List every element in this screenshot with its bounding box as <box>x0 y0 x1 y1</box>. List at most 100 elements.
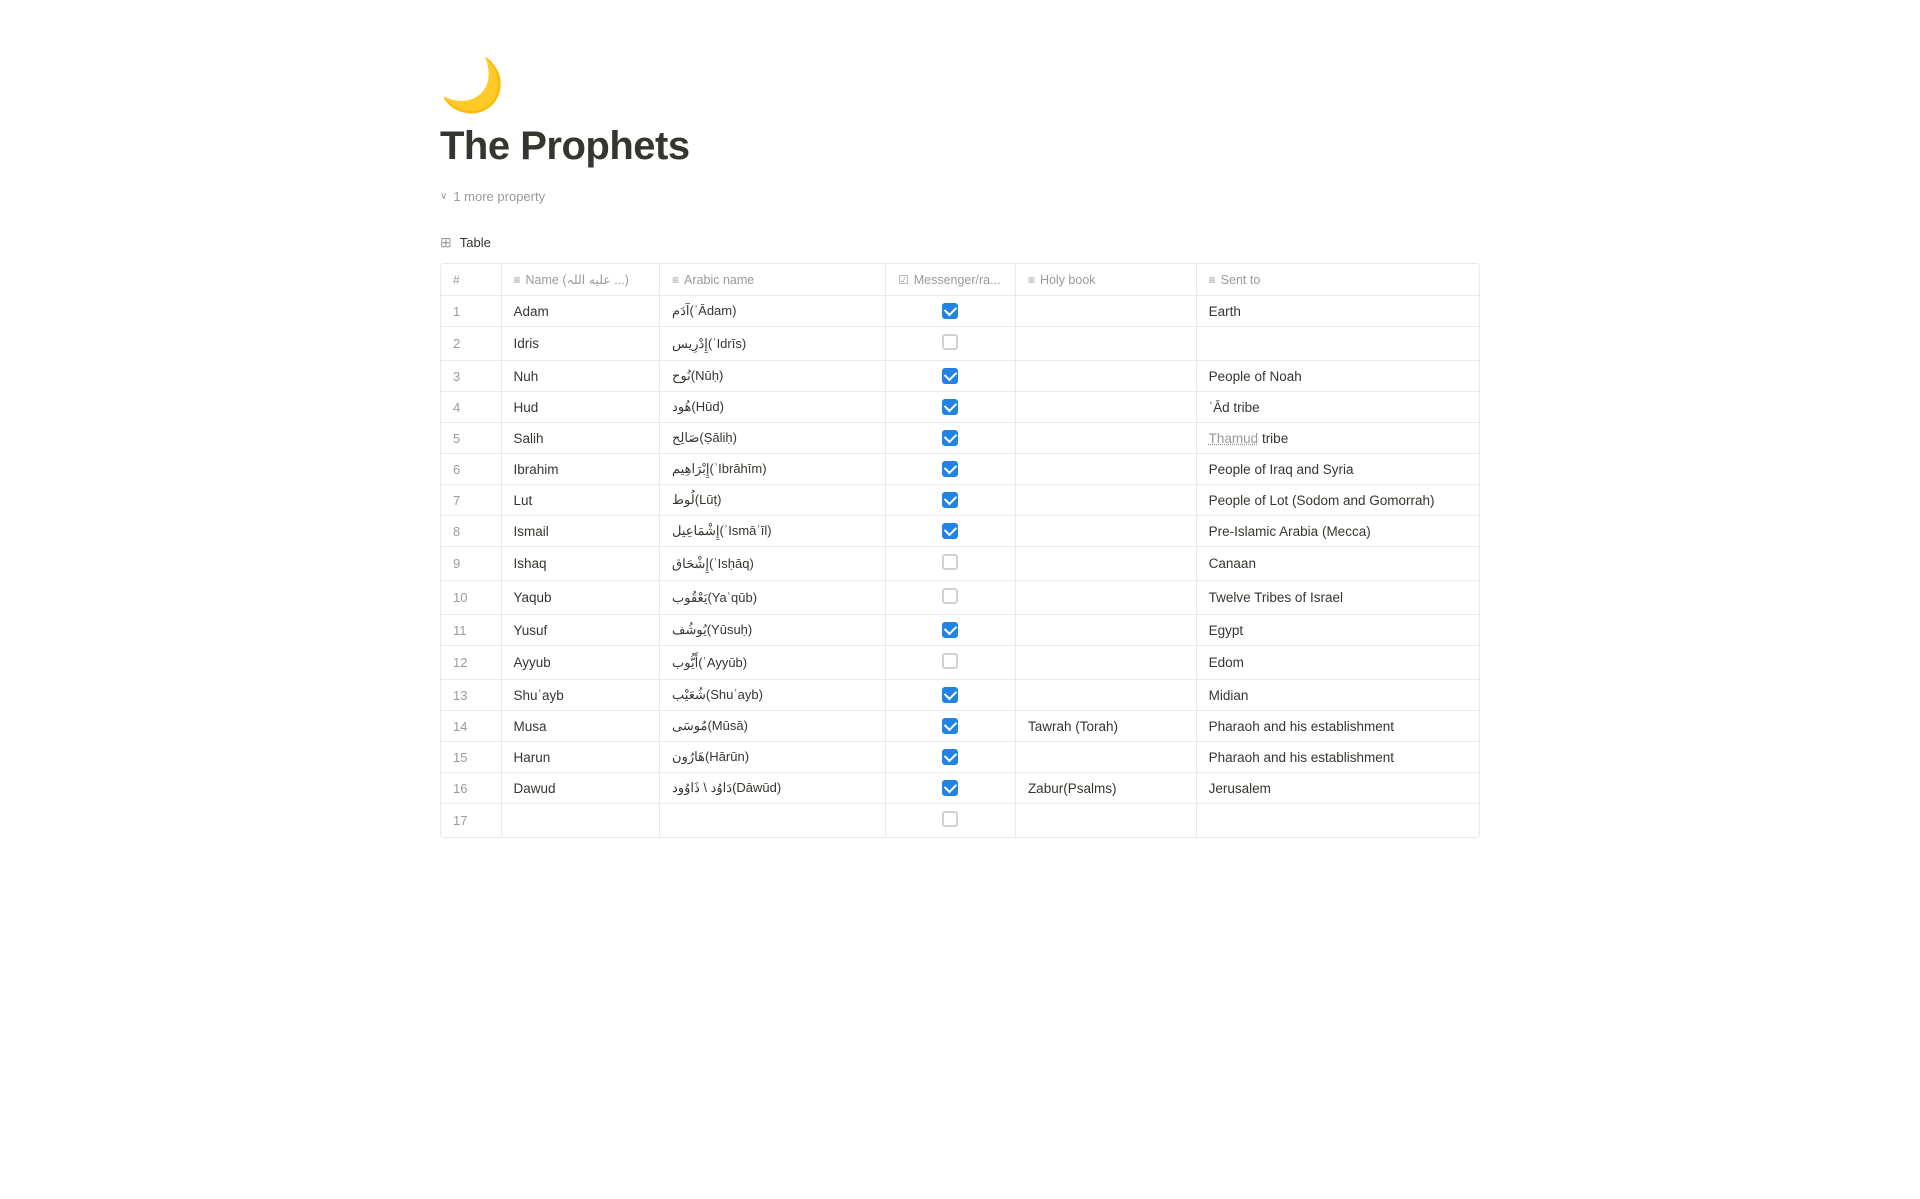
section-label: Table <box>460 235 491 250</box>
messenger-checkbox[interactable] <box>942 461 958 477</box>
table-row[interactable]: 17 <box>441 804 1479 838</box>
more-property-toggle[interactable]: ∨ 1 more property <box>440 189 1480 204</box>
table-row[interactable]: 14Musaمُوسَى(Mūsā)Tawrah (Torah)Pharaoh … <box>441 711 1479 742</box>
messenger-col-icon: ☑ <box>898 273 909 287</box>
cell-num: 2 <box>441 327 501 361</box>
cell-name: Hud <box>501 392 660 423</box>
cell-name: Adam <box>501 296 660 327</box>
messenger-checkbox[interactable] <box>942 368 958 384</box>
arabic-col-icon: ≡ <box>672 273 679 287</box>
cell-arabic: آدَم(ʾĀdam) <box>660 296 886 327</box>
cell-num: 11 <box>441 615 501 646</box>
cell-messenger[interactable] <box>885 296 1015 327</box>
cell-messenger[interactable] <box>885 516 1015 547</box>
table-row[interactable]: 4Hudهُود(Hūd)ʿĀd tribe <box>441 392 1479 423</box>
cell-arabic: نُوح(Nūḥ) <box>660 361 886 392</box>
cell-arabic <box>660 804 886 838</box>
cell-messenger[interactable] <box>885 804 1015 838</box>
cell-sent-to: Egypt <box>1196 615 1479 646</box>
table-row[interactable]: 2Idrisإِدْرِيس(ʾIdrīs) <box>441 327 1479 361</box>
cell-arabic: يُوشُف(Yūsuḥ) <box>660 615 886 646</box>
cell-name: Ismail <box>501 516 660 547</box>
messenger-checkbox[interactable] <box>942 811 958 827</box>
cell-arabic: شُعَيْب(Shuʿayb) <box>660 680 886 711</box>
cell-messenger[interactable] <box>885 361 1015 392</box>
cell-holy-book <box>1015 742 1196 773</box>
messenger-checkbox[interactable] <box>942 687 958 703</box>
cell-messenger[interactable] <box>885 773 1015 804</box>
table-row[interactable]: 15Harunهَارُون(Hārūn)Pharaoh and his est… <box>441 742 1479 773</box>
cell-sent-to: Twelve Tribes of Israel <box>1196 581 1479 615</box>
col-holy-label: Holy book <box>1040 273 1096 287</box>
table-row[interactable]: 11Yusufيُوشُف(Yūsuḥ)Egypt <box>441 615 1479 646</box>
table-row[interactable]: 6Ibrahimإِبْرَاهِيم(ʾIbrāhīm)People of I… <box>441 454 1479 485</box>
cell-messenger[interactable] <box>885 711 1015 742</box>
col-header-name[interactable]: ≡ Name (عليه اللہ ...) <box>501 264 660 296</box>
messenger-checkbox[interactable] <box>942 780 958 796</box>
table-header-row: # ≡ Name (عليه اللہ ...) ≡ Arabic name <box>441 264 1479 296</box>
cell-messenger[interactable] <box>885 327 1015 361</box>
table-row[interactable]: 16Dawudدَاوُد \ ذَاوُود(Dāwūd)Zabur(Psal… <box>441 773 1479 804</box>
table-row[interactable]: 12Ayyubأَيُّوب(ʾAyyūb)Edom <box>441 646 1479 680</box>
cell-sent-to: Edom <box>1196 646 1479 680</box>
messenger-checkbox[interactable] <box>942 554 958 570</box>
cell-sent-to: Earth <box>1196 296 1479 327</box>
cell-num: 8 <box>441 516 501 547</box>
prophets-table: # ≡ Name (عليه اللہ ...) ≡ Arabic name <box>441 264 1479 837</box>
cell-sent-to: People of Iraq and Syria <box>1196 454 1479 485</box>
table-row[interactable]: 7Lutلُوط(Lūṭ)People of Lot (Sodom and Go… <box>441 485 1479 516</box>
messenger-checkbox[interactable] <box>942 303 958 319</box>
table-row[interactable]: 5Salihصَالِح(Ṣāliḥ)Thamud tribe <box>441 423 1479 454</box>
cell-sent-to: Pharaoh and his establishment <box>1196 742 1479 773</box>
cell-messenger[interactable] <box>885 423 1015 454</box>
table-row[interactable]: 13Shuʿaybشُعَيْب(Shuʿayb)Midian <box>441 680 1479 711</box>
cell-arabic: إِشْحَاق(ʾIsḥāq) <box>660 547 886 581</box>
col-header-sent-to[interactable]: ≡ Sent to <box>1196 264 1479 296</box>
cell-arabic: صَالِح(Ṣāliḥ) <box>660 423 886 454</box>
cell-holy-book <box>1015 516 1196 547</box>
cell-num: 4 <box>441 392 501 423</box>
num-col-icon: # <box>453 273 460 287</box>
cell-messenger[interactable] <box>885 581 1015 615</box>
cell-num: 7 <box>441 485 501 516</box>
cell-messenger[interactable] <box>885 392 1015 423</box>
table-row[interactable]: 3Nuhنُوح(Nūḥ)People of Noah <box>441 361 1479 392</box>
cell-messenger[interactable] <box>885 485 1015 516</box>
table-wrapper: # ≡ Name (عليه اللہ ...) ≡ Arabic name <box>440 263 1480 838</box>
messenger-checkbox[interactable] <box>942 492 958 508</box>
table-row[interactable]: 9Ishaqإِشْحَاق(ʾIsḥāq)Canaan <box>441 547 1479 581</box>
cell-messenger[interactable] <box>885 680 1015 711</box>
col-header-holy-book[interactable]: ≡ Holy book <box>1015 264 1196 296</box>
cell-name: Ayyub <box>501 646 660 680</box>
cell-messenger[interactable] <box>885 547 1015 581</box>
messenger-checkbox[interactable] <box>942 749 958 765</box>
cell-messenger[interactable] <box>885 646 1015 680</box>
holy-col-icon: ≡ <box>1028 273 1035 287</box>
cell-messenger[interactable] <box>885 742 1015 773</box>
messenger-checkbox[interactable] <box>942 653 958 669</box>
messenger-checkbox[interactable] <box>942 718 958 734</box>
messenger-checkbox[interactable] <box>942 399 958 415</box>
cell-messenger[interactable] <box>885 615 1015 646</box>
table-row[interactable]: 10Yaqubيَعْقُوب(Yaʿqūb)Twelve Tribes of … <box>441 581 1479 615</box>
cell-arabic: إِدْرِيس(ʾIdrīs) <box>660 327 886 361</box>
col-header-messenger[interactable]: ☑ Messenger/ra... <box>885 264 1015 296</box>
messenger-checkbox[interactable] <box>942 622 958 638</box>
cell-name: Musa <box>501 711 660 742</box>
cell-holy-book <box>1015 296 1196 327</box>
col-header-arabic[interactable]: ≡ Arabic name <box>660 264 886 296</box>
messenger-checkbox[interactable] <box>942 588 958 604</box>
page-title: The Prophets <box>440 124 1480 169</box>
table-row[interactable]: 1Adamآدَم(ʾĀdam)Earth <box>441 296 1479 327</box>
table-row[interactable]: 8Ismailإِشْمَاعِيل(ʾIsmāʾīl)Pre-Islamic … <box>441 516 1479 547</box>
messenger-checkbox[interactable] <box>942 334 958 350</box>
sent-col-icon: ≡ <box>1209 273 1216 287</box>
messenger-checkbox[interactable] <box>942 523 958 539</box>
cell-arabic: مُوسَى(Mūsā) <box>660 711 886 742</box>
col-header-num[interactable]: # <box>441 264 501 296</box>
messenger-checkbox[interactable] <box>942 430 958 446</box>
cell-messenger[interactable] <box>885 454 1015 485</box>
thamud-link[interactable]: Thamud <box>1209 431 1259 446</box>
col-sent-label: Sent to <box>1221 273 1261 287</box>
cell-sent-to <box>1196 327 1479 361</box>
